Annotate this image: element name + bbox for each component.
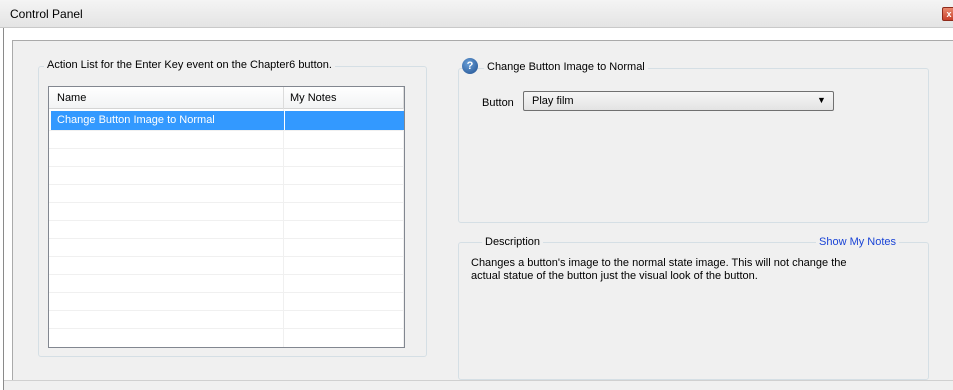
chevron-down-icon[interactable]: ▼ <box>817 95 826 105</box>
row-gridline <box>49 274 404 275</box>
row-gridline <box>49 292 404 293</box>
description-line: actual statue of the button just the vis… <box>471 270 758 282</box>
close-icon[interactable]: x <box>942 7 953 21</box>
column-gridline <box>403 109 404 347</box>
action-list-legend: Action List for the Enter Key event on t… <box>44 59 335 71</box>
row-gridline <box>49 166 404 167</box>
cell-divider <box>284 111 285 130</box>
button-select-value: Play film <box>532 95 574 107</box>
action-list[interactable]: Name My Notes Change Button Image to Nor… <box>48 86 405 348</box>
column-gridline <box>283 109 284 347</box>
row-name-cell[interactable]: Change Button Image to Normal <box>57 114 215 126</box>
table-row[interactable]: Change Button Image to Normal <box>51 111 404 130</box>
show-my-notes-link[interactable]: Show My Notes <box>816 236 900 248</box>
row-gridline <box>49 238 404 239</box>
help-icon[interactable]: ? <box>462 58 478 74</box>
row-gridline <box>49 148 404 149</box>
list-header: Name My Notes <box>49 87 404 109</box>
row-gridline <box>49 130 404 131</box>
row-gridline <box>49 310 404 311</box>
title-bar: Control Panel <box>0 0 953 28</box>
description-line: Changes a button's image to the normal s… <box>471 257 847 269</box>
action-title: Change Button Image to Normal <box>484 61 648 73</box>
row-gridline <box>49 202 404 203</box>
window-title: Control Panel <box>10 7 83 21</box>
column-divider[interactable] <box>283 87 284 109</box>
bottom-strip <box>4 380 953 390</box>
description-legend: Description <box>482 236 544 248</box>
column-header-name[interactable]: Name <box>57 92 86 104</box>
row-gridline <box>49 256 404 257</box>
column-divider <box>403 87 404 109</box>
column-header-notes[interactable]: My Notes <box>290 92 336 104</box>
row-gridline <box>49 220 404 221</box>
button-select[interactable]: Play film ▼ <box>523 91 834 111</box>
row-gridline <box>49 328 404 329</box>
button-field-label: Button <box>482 97 514 109</box>
description-text: Changes a button's image to the normal s… <box>471 257 911 283</box>
row-gridline <box>49 184 404 185</box>
